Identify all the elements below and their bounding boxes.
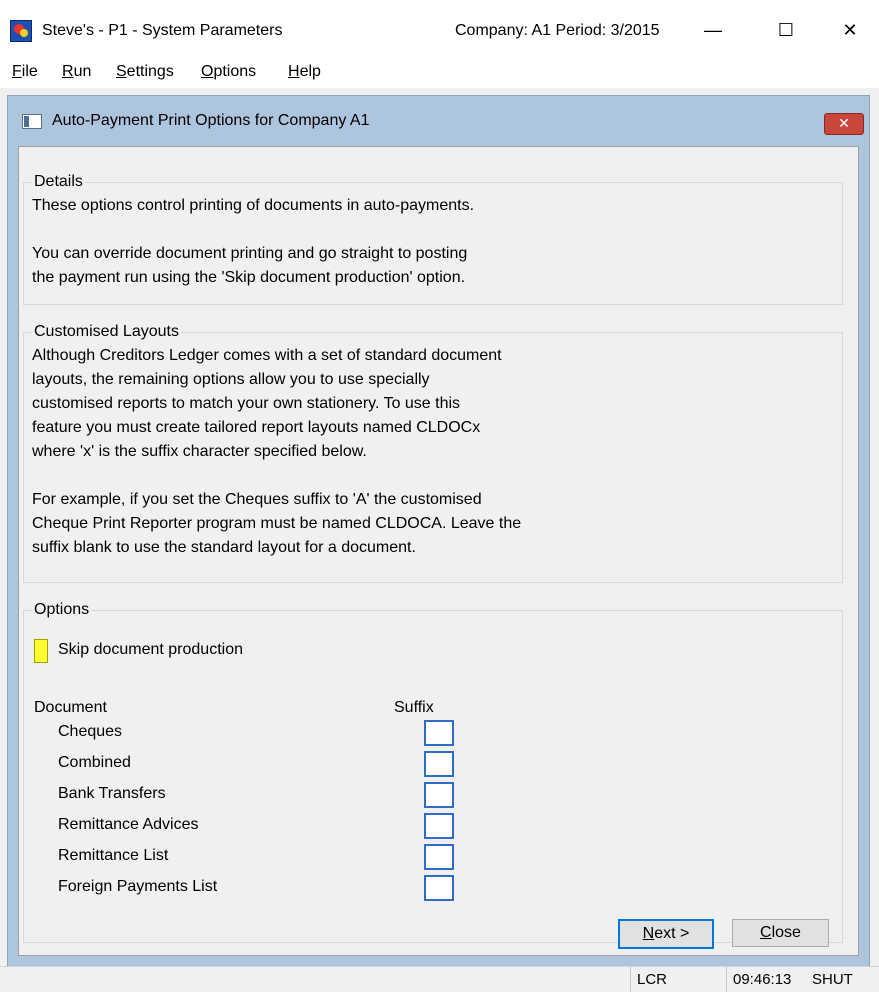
close-window-icon[interactable]: ✕ bbox=[827, 12, 873, 48]
details-group: Details These options control printing o… bbox=[23, 173, 843, 305]
menu-file[interactable]: File bbox=[12, 63, 38, 81]
customised-legend: Customised Layouts bbox=[34, 323, 179, 340]
menu-bar: File Run Settings Options Help bbox=[0, 58, 879, 88]
document-column-header: Document bbox=[34, 699, 107, 716]
window-title: Steve's - P1 - System Parameters bbox=[42, 22, 283, 39]
skip-document-production-checkbox[interactable] bbox=[34, 639, 48, 663]
customised-text-2: layouts, the remaining options allow you… bbox=[32, 371, 430, 388]
document-label-remittance-list: Remittance List bbox=[58, 847, 169, 864]
suffix-input-foreign-payments-list[interactable] bbox=[424, 875, 454, 901]
document-label-foreign-payments-list: Foreign Payments List bbox=[58, 878, 218, 895]
document-label-cheques: Cheques bbox=[58, 723, 123, 740]
menu-help[interactable]: Help bbox=[288, 63, 321, 81]
minimize-icon[interactable]: — bbox=[690, 12, 736, 48]
customised-text-6: For example, if you set the Cheques suff… bbox=[32, 491, 482, 508]
menu-options[interactable]: Options bbox=[201, 63, 256, 81]
suffix-input-cheques[interactable] bbox=[424, 720, 454, 746]
menu-run[interactable]: Run bbox=[62, 63, 91, 81]
status-bar: LCR 09:46:13 SHUT bbox=[0, 966, 879, 992]
details-legend: Details bbox=[34, 173, 83, 190]
status-state: SHUT bbox=[812, 971, 853, 988]
suffix-column-header: Suffix bbox=[394, 699, 434, 716]
dialog-titlebar: Auto-Payment Print Options for Company A… bbox=[8, 96, 869, 144]
dialog-close-icon[interactable]: ✕ bbox=[824, 113, 864, 135]
company-period: Company: A1 Period: 3/2015 bbox=[455, 22, 660, 39]
document-label-combined: Combined bbox=[58, 754, 131, 771]
options-legend: Options bbox=[34, 601, 90, 618]
customised-text-1: Although Creditors Ledger comes with a s… bbox=[32, 347, 502, 364]
customised-text-4: feature you must create tailored report … bbox=[32, 419, 481, 436]
options-group: Options Skip document production Documen… bbox=[23, 601, 843, 943]
suffix-input-remittance-advices[interactable] bbox=[424, 813, 454, 839]
app-logo-icon bbox=[10, 20, 32, 42]
details-text-3: the payment run using the 'Skip document… bbox=[32, 269, 466, 286]
suffix-input-combined[interactable] bbox=[424, 751, 454, 777]
maximize-icon[interactable]: ☐ bbox=[763, 12, 809, 48]
dialog-client-area: Details These options control printing o… bbox=[18, 146, 859, 956]
suffix-input-bank-transfers[interactable] bbox=[424, 782, 454, 808]
status-time: 09:46:13 bbox=[726, 967, 805, 992]
dialog-title: Auto-Payment Print Options for Company A… bbox=[52, 112, 370, 129]
details-text-2: You can override document printing and g… bbox=[32, 245, 468, 262]
menu-settings[interactable]: Settings bbox=[116, 63, 174, 81]
dialog-window-icon bbox=[22, 114, 42, 129]
details-text-1: These options control printing of docume… bbox=[32, 197, 475, 214]
window-titlebar: Steve's - P1 - System Parameters Company… bbox=[0, 0, 879, 58]
customised-text-5: where 'x' is the suffix character specif… bbox=[32, 443, 367, 460]
status-mode: LCR bbox=[630, 967, 695, 992]
next-button[interactable]: Next > bbox=[618, 919, 714, 949]
customised-layouts-group: Customised Layouts Although Creditors Le… bbox=[23, 323, 843, 583]
document-label-bank-transfers: Bank Transfers bbox=[58, 785, 166, 802]
customised-text-3: customised reports to match your own sta… bbox=[32, 395, 461, 412]
skip-document-production-label: Skip document production bbox=[58, 641, 243, 658]
customised-text-8: suffix blank to use the standard layout … bbox=[32, 539, 416, 556]
auto-payment-dialog: Auto-Payment Print Options for Company A… bbox=[7, 95, 870, 967]
close-button[interactable]: Close bbox=[732, 919, 829, 947]
customised-text-7: Cheque Print Reporter program must be na… bbox=[32, 515, 522, 532]
suffix-input-remittance-list[interactable] bbox=[424, 844, 454, 870]
document-label-remittance-advices: Remittance Advices bbox=[58, 816, 199, 833]
